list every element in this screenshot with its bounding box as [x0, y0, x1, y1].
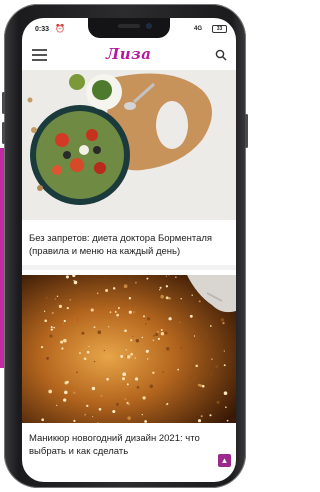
volume-up-button [2, 92, 5, 114]
power-button [245, 114, 248, 148]
alarm-clock-icon: ⏰ [55, 24, 65, 33]
article-title[interactable]: Маникюр новогодний дизайн 2021: что выбр… [29, 432, 229, 458]
article-image-food[interactable] [22, 70, 236, 220]
volume-down-button [2, 122, 5, 144]
speaker [118, 24, 140, 28]
divider [22, 265, 236, 270]
article-title[interactable]: Без запретов: диета доктора Борменталя (… [29, 232, 229, 258]
chevron-up-icon[interactable]: ▲ [218, 454, 231, 467]
site-logo[interactable]: Лиза [106, 45, 151, 63]
notch [88, 18, 170, 38]
app-header: Лиза [22, 42, 236, 68]
battery-icon: 33 [212, 25, 227, 33]
article-image-glitter[interactable] [22, 275, 236, 423]
front-camera [146, 23, 152, 29]
search-icon[interactable] [215, 49, 227, 61]
status-time: 0:33 [35, 26, 50, 33]
phone-screen: 0:33 ⏰ 4G 33 Лиза Без запретов: диета до… [22, 18, 236, 482]
hamburger-icon[interactable] [32, 49, 47, 61]
signal-indicator: 4G [194, 26, 203, 32]
phone-frame: 0:33 ⏰ 4G 33 Лиза Без запретов: диета до… [2, 4, 248, 488]
